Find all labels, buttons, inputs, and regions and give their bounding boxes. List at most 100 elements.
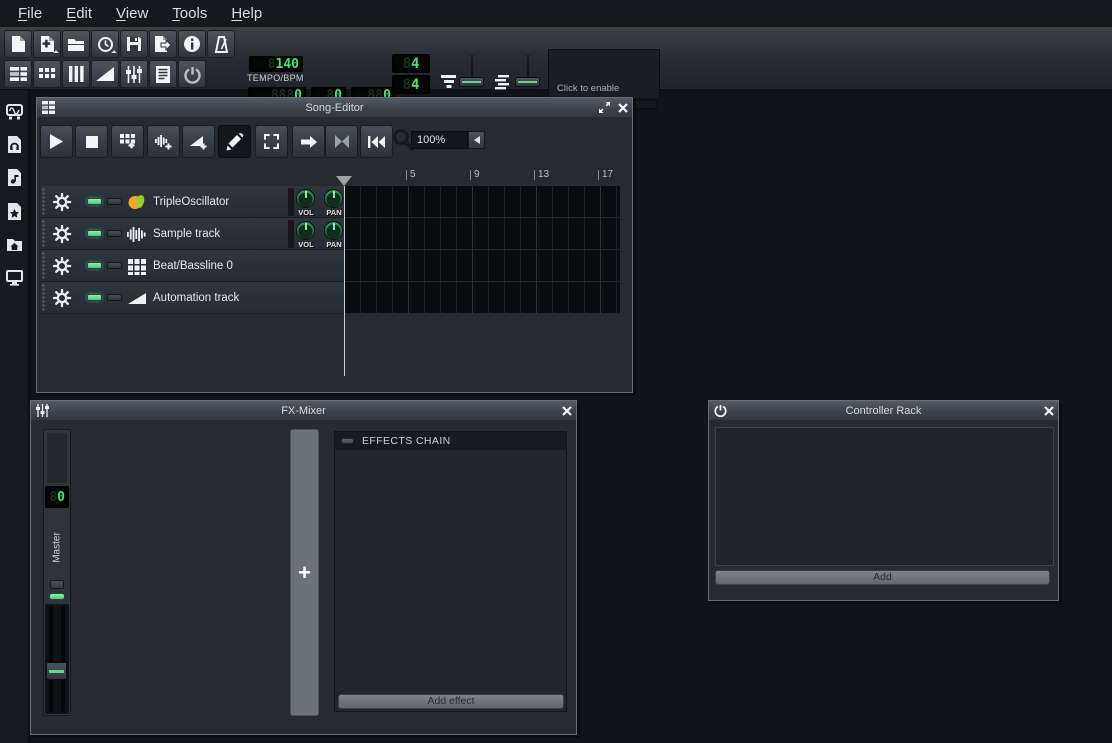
- samples-icon[interactable]: [6, 136, 23, 153]
- zoom-spinner-button[interactable]: [468, 131, 485, 149]
- channel-button[interactable]: [50, 580, 64, 589]
- visualization-hint-text: Click to enable: [557, 83, 619, 94]
- stop-button[interactable]: [75, 125, 108, 158]
- fx-mixer-button[interactable]: [120, 60, 148, 88]
- master-volume-slider[interactable]: [459, 77, 484, 87]
- pan-label: PAN: [322, 208, 346, 217]
- track-name[interactable]: Automation track: [153, 282, 239, 314]
- channel-mute-led[interactable]: [49, 593, 65, 600]
- new-project-button[interactable]: [4, 30, 32, 58]
- export-project-button[interactable]: [149, 30, 177, 58]
- gear-icon[interactable]: [53, 257, 71, 275]
- play-button[interactable]: [40, 125, 73, 158]
- save-project-button[interactable]: [120, 30, 148, 58]
- metronome-button[interactable]: [207, 30, 235, 58]
- home-icon[interactable]: [6, 236, 23, 253]
- track-segment-area[interactable]: [344, 282, 620, 314]
- menu-help[interactable]: Help: [221, 3, 272, 24]
- timesig-numerator-display[interactable]: 84: [392, 54, 430, 73]
- track-grip[interactable]: [42, 188, 46, 216]
- close-button[interactable]: [559, 403, 574, 418]
- menu-view[interactable]: View: [106, 3, 158, 24]
- track-grip[interactable]: [42, 284, 46, 312]
- maximize-button[interactable]: [597, 100, 612, 115]
- pan-knob[interactable]: [324, 189, 343, 208]
- track-segment-area[interactable]: [344, 250, 620, 282]
- solo-led[interactable]: [107, 262, 122, 269]
- volume-knob[interactable]: [296, 189, 315, 208]
- add-bb-track-button[interactable]: [111, 125, 144, 158]
- zoom-level-display[interactable]: 100%: [411, 131, 468, 149]
- controller-list[interactable]: [715, 427, 1054, 566]
- menu-file[interactable]: File: [8, 3, 52, 24]
- end-markers-button[interactable]: [325, 125, 358, 158]
- rewind-button[interactable]: [360, 125, 393, 158]
- track-header[interactable]: Automation track: [41, 282, 344, 314]
- close-button[interactable]: [1041, 403, 1056, 418]
- next-marker-button[interactable]: [292, 125, 325, 158]
- mute-led[interactable]: [87, 230, 102, 237]
- track-grip[interactable]: [42, 252, 46, 280]
- timeline[interactable]: 5 9 13 17: [344, 167, 620, 186]
- track-name[interactable]: Sample track: [153, 218, 220, 250]
- gear-icon[interactable]: [53, 225, 71, 243]
- controller-rack-titlebar[interactable]: Controller Rack: [709, 401, 1058, 420]
- track-header[interactable]: Sample track VOL PAN: [41, 218, 344, 250]
- project-notes-button[interactable]: [149, 60, 177, 88]
- dropdown-arrow-icon: [53, 50, 59, 56]
- new-from-template-button[interactable]: [33, 30, 61, 58]
- factory-files-icon[interactable]: [6, 203, 23, 220]
- gear-icon[interactable]: [53, 193, 71, 211]
- automation-editor-button[interactable]: [91, 60, 119, 88]
- open-project-button[interactable]: [62, 30, 90, 58]
- mute-led[interactable]: [87, 198, 102, 205]
- solo-led[interactable]: [107, 230, 122, 237]
- pan-knob[interactable]: [324, 221, 343, 240]
- presets-icon[interactable]: [6, 169, 23, 186]
- instruments-icon[interactable]: [6, 103, 23, 120]
- track-grip[interactable]: [42, 220, 46, 248]
- menu-edit[interactable]: Edit: [56, 3, 102, 24]
- mute-led[interactable]: [87, 262, 102, 269]
- add-effect-button[interactable]: Add effect: [338, 694, 564, 709]
- channel-fader[interactable]: [45, 604, 69, 714]
- draw-mode-button[interactable]: [218, 125, 251, 158]
- volume-knob[interactable]: [296, 221, 315, 240]
- recently-opened-button[interactable]: [91, 30, 119, 58]
- playhead-marker[interactable]: [336, 176, 352, 186]
- add-sample-track-icon: [155, 134, 172, 150]
- track-header[interactable]: Beat/Bassline 0: [41, 250, 344, 282]
- whats-this-button[interactable]: [178, 30, 206, 58]
- solo-led[interactable]: [107, 294, 122, 301]
- track-segment-area[interactable]: [344, 218, 620, 250]
- timesig-denominator-display[interactable]: 84: [392, 75, 430, 94]
- track-segment-area[interactable]: [344, 186, 620, 218]
- add-fx-channel-button[interactable]: +: [290, 429, 319, 716]
- song-editor-titlebar[interactable]: Song-Editor: [37, 98, 632, 117]
- fader-handle[interactable]: [46, 662, 67, 680]
- master-pitch-slider[interactable]: [515, 77, 540, 87]
- computer-icon[interactable]: [6, 269, 23, 286]
- tempo-display[interactable]: 8140: [249, 56, 303, 72]
- close-button[interactable]: [615, 100, 630, 115]
- controller-rack-button[interactable]: [178, 60, 206, 88]
- song-editor-button[interactable]: [4, 60, 32, 88]
- visualization-panel[interactable]: Click to enable: [548, 49, 660, 99]
- menu-tools[interactable]: Tools: [162, 3, 217, 24]
- track-name[interactable]: TripleOscillator: [153, 186, 229, 218]
- add-controller-button[interactable]: Add: [715, 570, 1050, 585]
- edit-mode-button[interactable]: [255, 125, 288, 158]
- fx-mixer-titlebar[interactable]: FX-Mixer: [31, 401, 576, 420]
- piano-roll-button[interactable]: [62, 60, 90, 88]
- add-automation-track-button[interactable]: [182, 125, 215, 158]
- mute-led[interactable]: [87, 294, 102, 301]
- track-name[interactable]: Beat/Bassline 0: [153, 250, 233, 282]
- add-sample-track-button[interactable]: [147, 125, 180, 158]
- timeline-tick: 5: [406, 170, 416, 180]
- gear-icon[interactable]: [53, 289, 71, 307]
- track-header[interactable]: TripleOscillator VOL PAN: [41, 186, 344, 218]
- fx-channel-master[interactable]: 80 Master: [43, 429, 71, 716]
- effects-chain-enable-led[interactable]: [341, 438, 354, 444]
- solo-led[interactable]: [107, 198, 122, 205]
- bb-editor-button[interactable]: [33, 60, 61, 88]
